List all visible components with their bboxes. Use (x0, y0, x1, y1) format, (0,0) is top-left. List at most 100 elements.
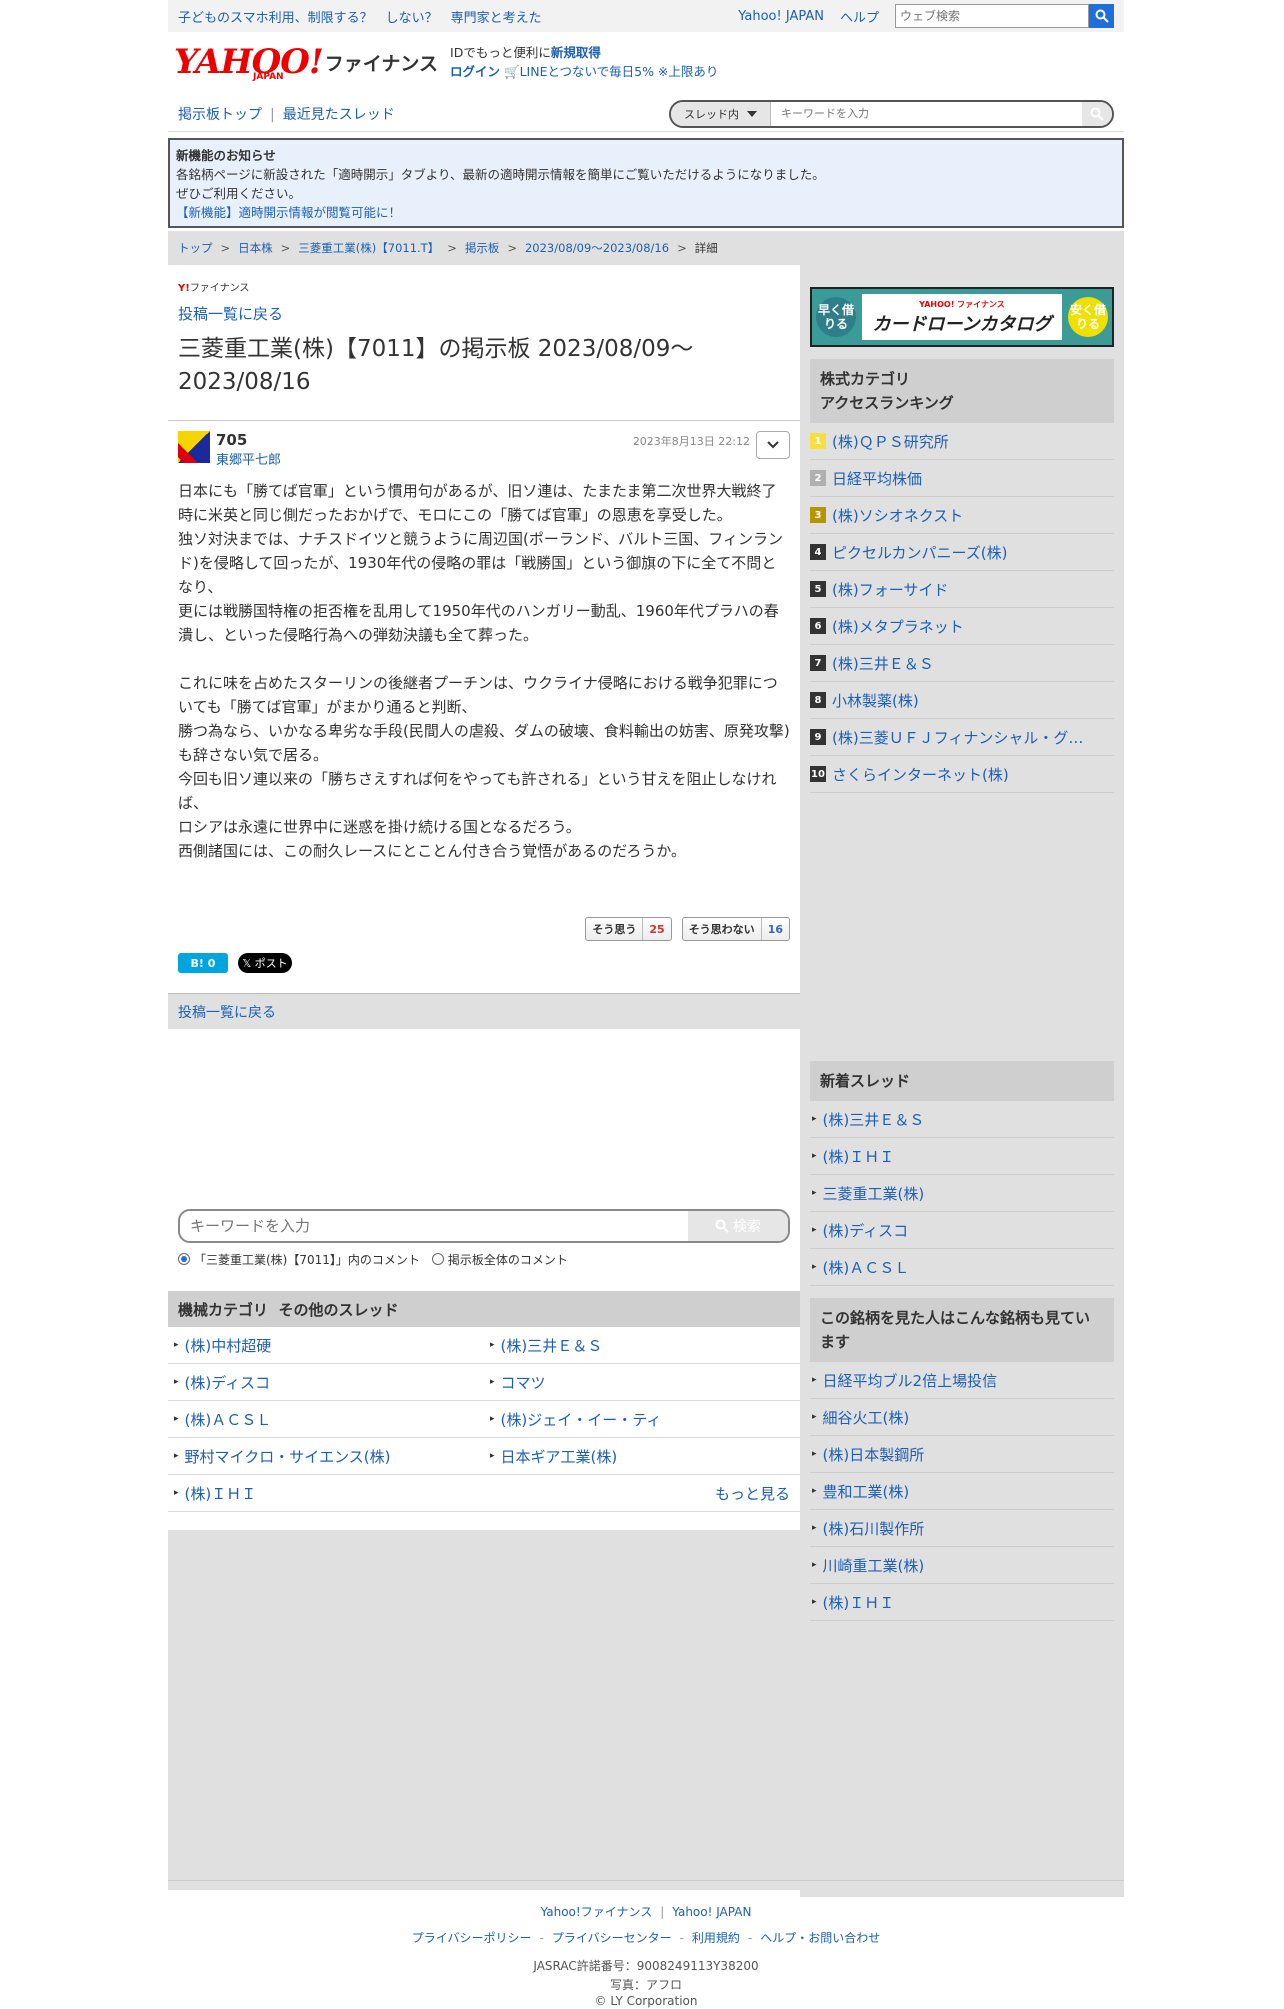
avatar[interactable] (178, 431, 210, 463)
web-search (895, 4, 1114, 28)
breadcrumb-japan-stocks[interactable]: 日本株 (238, 240, 273, 256)
list-item[interactable]: ▸ (株)ジェイ・イー・ティ (484, 1401, 800, 1438)
list-item[interactable]: ▸ (株)ディスコ (168, 1364, 484, 1401)
list-item[interactable]: ▸ (株)ディスコ (810, 1212, 1114, 1249)
post-number: 705 (216, 431, 248, 449)
disagree-button[interactable]: そう思わない 16 (681, 917, 790, 941)
radio-thread-comments[interactable]: 「三菱重工業(株)【7011】」内のコメント (178, 1251, 420, 1268)
ranking-list: 1 (株)ＱＰＳ研究所 2 日経平均株価 3 (株)ソシオネクスト 4 ピクセルカンパニ… (810, 423, 1114, 793)
yahoo-finance-logo[interactable]: YAHOO! JAPAN ファイナンス (174, 45, 438, 82)
web-search-input[interactable] (895, 4, 1089, 28)
thread-search-input[interactable] (771, 101, 1082, 126)
ranking-item[interactable]: 5 (株)フォーサイド (810, 571, 1114, 608)
ranking-item[interactable]: 3 (株)ソシオネクスト (810, 497, 1114, 534)
list-item[interactable]: ▸ 三菱重工業(株) (810, 1175, 1114, 1212)
list-item[interactable]: ▸ 日経平均ブル2倍上場投信 (810, 1362, 1114, 1399)
other-threads: 機械カテゴリ その他のスレッド ▸ (株)中村超硬 ▸ (株)三井Ｅ＆Ｓ ▸ (株)デ… (168, 1291, 800, 1512)
disagree-count: 16 (760, 918, 789, 940)
list-item[interactable]: ▸ (株)三井Ｅ＆Ｓ (810, 1101, 1114, 1138)
footer-privacy-link[interactable]: プライバシーポリシー (412, 1931, 532, 1945)
list-item[interactable]: ▸ (株)ＩＨＩ (810, 1584, 1114, 1621)
help-link[interactable]: ヘルプ (840, 7, 879, 26)
web-search-button[interactable] (1089, 4, 1114, 28)
ranking-item[interactable]: 9 (株)三菱ＵＦＪフィナンシャル・グ… (810, 719, 1114, 756)
sidebar: 早く借りる YAHOO! ファイナンス カードローンカタログ 安く借りる 株式カ… (800, 265, 1124, 1897)
ranking-item[interactable]: 7 (株)三井Ｅ＆Ｓ (810, 645, 1114, 682)
scope-select[interactable]: スレッド内 (671, 101, 771, 126)
comment-search-button[interactable]: 検索 (688, 1211, 788, 1241)
signup-link[interactable]: 新規取得 (551, 45, 601, 60)
post-date: 2023年8月13日 22:12 (632, 435, 750, 448)
also-viewed-list: ▸ 日経平均ブル2倍上場投信 ▸ 細谷火工(株) ▸ (株)日本製鋼所 ▸ 豊和工業(株… (810, 1362, 1114, 1621)
ranking-title: 株式カテゴリ アクセスランキング (810, 359, 1114, 423)
back-to-list-link[interactable]: 投稿一覧に戻る (168, 299, 800, 327)
login-link[interactable]: ログイン (450, 64, 500, 79)
line-promo-link[interactable]: LINEとつないで毎日5% ※上限あり (520, 64, 719, 79)
chevron-down-icon (747, 110, 757, 117)
list-item[interactable]: ▸ (株)日本製鋼所 (810, 1436, 1114, 1473)
footer: Yahoo!ファイナンス | Yahoo! JAPAN プライバシーポリシー - プライ… (168, 1880, 1124, 2009)
id-text: IDでもっと便利に (450, 45, 551, 60)
post-user-link[interactable]: 東郷平七郎 (216, 453, 281, 468)
list-item[interactable]: ▸ コマツ (484, 1364, 800, 1401)
logo-japan: JAPAN (253, 72, 284, 82)
list-item[interactable]: ▸ (株)石川製作所 (810, 1510, 1114, 1547)
breadcrumb-stock[interactable]: 三菱重工業(株)【7011.T】 (298, 240, 439, 256)
new-threads-list: ▸ (株)三井Ｅ＆Ｓ ▸ (株)ＩＨＩ ▸ 三菱重工業(株) ▸ (株)ディスコ ▸ (株… (810, 1101, 1114, 1286)
card-loan-banner[interactable]: 早く借りる YAHOO! ファイナンス カードローンカタログ 安く借りる (810, 287, 1114, 347)
ranking-item[interactable]: 4 ピクセルカンパニーズ(株) (810, 534, 1114, 571)
ranking-item[interactable]: 8 小林製薬(株) (810, 682, 1114, 719)
recent-threads-link[interactable]: 最近見たスレッド (283, 107, 395, 123)
board-top-link[interactable]: 掲示板トップ (178, 107, 262, 123)
hatena-bookmark-button[interactable]: B! 0 (178, 953, 228, 973)
footer-help-link[interactable]: ヘルプ・お問い合わせ (760, 1931, 880, 1945)
agree-button[interactable]: そう思う 25 (585, 917, 672, 941)
list-item[interactable]: ▸ 日本ギア工業(株) (484, 1438, 800, 1475)
ad-area (168, 1530, 800, 1890)
list-item[interactable]: ▸ (株)ＡＣＳＬ (168, 1401, 484, 1438)
other-threads-title: 機械カテゴリ その他のスレッド (168, 1291, 800, 1327)
list-item[interactable]: ▸ (株)ＩＨＩ (168, 1475, 484, 1512)
new-threads-title: 新着スレッド (810, 1061, 1114, 1101)
search-icon (1090, 107, 1104, 121)
share-buttons: B! 0 𝕏 ポスト (178, 953, 800, 993)
breadcrumb-period[interactable]: 2023/08/09〜2023/08/16 (525, 240, 669, 256)
notice-line2: ぜひご利用ください。 (176, 186, 302, 201)
yahoo-japan-link[interactable]: Yahoo! JAPAN (738, 9, 824, 24)
x-post-button[interactable]: 𝕏 ポスト (238, 953, 292, 973)
list-item[interactable]: ▸ 川崎重工業(株) (810, 1547, 1114, 1584)
board-nav: 掲示板トップ | 最近見たスレッド スレッド内 (168, 96, 1124, 132)
list-item[interactable]: ▸ (株)ＩＨＩ (810, 1138, 1114, 1175)
list-item[interactable]: ▸ (株)ＡＣＳＬ (810, 1249, 1114, 1286)
search-scope-radios: 「三菱重工業(株)【7011】」内のコメント 掲示板全体のコメント (168, 1243, 800, 1275)
ranking-item[interactable]: 10 さくらインターネット(株) (810, 756, 1114, 793)
breadcrumb-top[interactable]: トップ (178, 240, 213, 256)
ranking-item[interactable]: 6 (株)メタプラネット (810, 608, 1114, 645)
post: 705 東郷平七郎 2023年8月13日 22:12 日本にも「勝てば官軍」とい… (168, 421, 800, 941)
search-icon (715, 1219, 729, 1233)
back-to-list-link-2[interactable]: 投稿一覧に戻る (178, 1002, 276, 1022)
list-item[interactable]: ▸ 豊和工業(株) (810, 1473, 1114, 1510)
footer-terms-link[interactable]: 利用規約 (692, 1931, 740, 1945)
comment-search-input[interactable] (180, 1211, 688, 1241)
footer-yahoo-link[interactable]: Yahoo! JAPAN (672, 1905, 751, 1919)
more-threads-link[interactable]: もっと見る (484, 1475, 800, 1512)
list-item[interactable]: ▸ (株)中村超硬 (168, 1327, 484, 1364)
list-item[interactable]: ▸ 野村マイクロ・サイエンス(株) (168, 1438, 484, 1475)
breadcrumb-board[interactable]: 掲示板 (465, 240, 500, 256)
ranking-item[interactable]: 2 日経平均株価 (810, 460, 1114, 497)
top-bar: 子どものスマホ利用、制限する？ しない？ 専門家と考えた Yahoo! JAPA… (168, 0, 1124, 32)
footer-privacy-center-link[interactable]: プライバシーセンター (552, 1931, 672, 1945)
footer-finance-link[interactable]: Yahoo!ファイナンス (541, 1905, 653, 1919)
list-item[interactable]: ▸ 細谷火工(株) (810, 1399, 1114, 1436)
post-menu-button[interactable] (756, 431, 790, 459)
thread-search: スレッド内 (669, 99, 1114, 128)
radio-all-comments[interactable]: 掲示板全体のコメント (431, 1251, 568, 1268)
notice-title: 新機能のお知らせ (176, 148, 276, 163)
ranking-item[interactable]: 1 (株)ＱＰＳ研究所 (810, 423, 1114, 460)
notice-link[interactable]: 【新機能】適時開示情報が閲覧可能に！ (176, 205, 401, 220)
promo-link[interactable]: 子どものスマホ利用、制限する？ しない？ 専門家と考えた (178, 7, 738, 26)
also-viewed-title: この銘柄を見た人はこんな銘柄も見ています (810, 1298, 1114, 1362)
list-item[interactable]: ▸ (株)三井Ｅ＆Ｓ (484, 1327, 800, 1364)
thread-search-button[interactable] (1082, 101, 1112, 126)
